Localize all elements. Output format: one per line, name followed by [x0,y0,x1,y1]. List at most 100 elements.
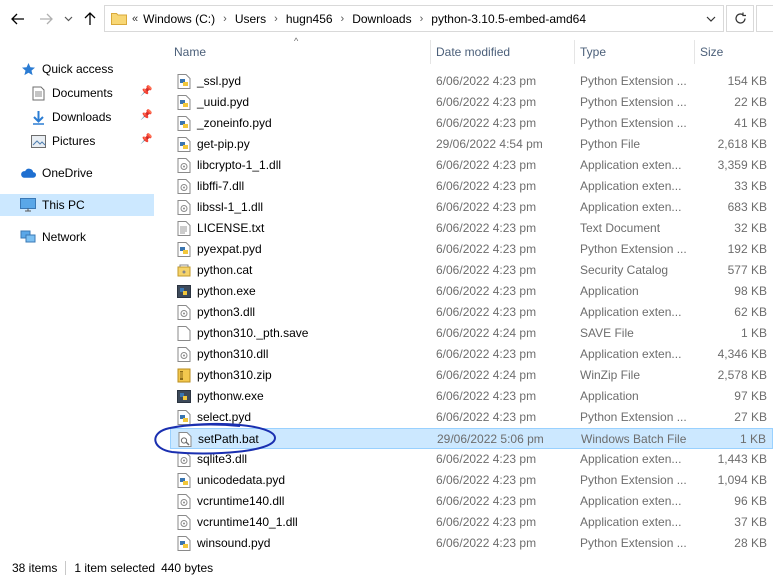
python-file-icon [177,242,191,257]
file-date-modified: 6/06/2022 4:23 pm [436,410,537,424]
file-name: python3.dll [197,305,256,319]
file-row[interactable]: python310.dll 6/06/2022 4:23 pm Applicatio… [170,344,773,365]
file-row[interactable]: _uuid.pyd 6/06/2022 4:23 pm Python Extensi… [170,92,773,113]
pin-icon[interactable]: 📌 [140,110,152,121]
python-file-icon [177,95,191,110]
file-row[interactable]: _zoneinfo.pyd 6/06/2022 4:23 pm Python Ext… [170,113,773,134]
breadcrumb-drive[interactable]: Windows (C:) [143,12,215,26]
sidebar-item-this-pc[interactable]: This PC [0,194,154,216]
file-size: 33 KB [734,179,767,193]
selection-count: 1 item selected [74,561,156,575]
file-row[interactable]: setPath.bat 29/06/2022 5:06 pm Windows Bat… [170,428,773,449]
sidebar-item-documents[interactable]: Documents [30,82,113,104]
address-history-button[interactable] [703,11,719,27]
file-size: 3,359 KB [717,158,767,172]
column-header-type[interactable]: Type [580,38,690,66]
forward-button[interactable] [36,9,56,29]
column-header-label: Size [700,45,724,59]
file-row[interactable]: python.exe 6/06/2022 4:23 pm Application 98… [170,281,773,302]
file-size: 154 KB [727,74,767,88]
breadcrumb-separator-icon[interactable]: › [223,13,227,25]
file-type: Application exten... [580,179,682,193]
cloud-icon [20,165,36,181]
column-header-date-modified[interactable]: Date modified [436,38,571,66]
file-row[interactable]: winsound.pyd 6/06/2022 4:23 pm Python Exte… [170,533,773,554]
file-date-modified: 6/06/2022 4:23 pm [436,305,537,319]
breadcrumb-user[interactable]: hugn456 [286,12,333,26]
file-row[interactable]: python3.dll 6/06/2022 4:23 pm Application … [170,302,773,323]
file-row[interactable]: libssl-1_1.dll 6/06/2022 4:23 pm Applicati… [170,197,773,218]
file-date-modified: 6/06/2022 4:24 pm [436,368,537,382]
file-date-modified: 6/06/2022 4:23 pm [436,389,537,403]
file-name: libcrypto-1_1.dll [197,158,282,172]
file-name: vcruntime140_1.dll [197,515,298,529]
file-row[interactable]: vcruntime140_1.dll 6/06/2022 4:23 pm Appli… [170,512,773,533]
sidebar-item-downloads[interactable]: Downloads [30,106,111,128]
pictures-icon [30,133,46,149]
file-type: Application [580,389,639,403]
breadcrumb-separator-icon[interactable]: › [420,13,424,25]
recent-locations-button[interactable] [58,9,78,29]
file-date-modified: 6/06/2022 4:23 pm [436,473,537,487]
file-date-modified: 6/06/2022 4:23 pm [436,95,537,109]
breadcrumb-separator-icon[interactable]: › [341,13,345,25]
file-row[interactable]: sqlite3.dll 6/06/2022 4:23 pm Application … [170,449,773,470]
file-name: _ssl.pyd [197,74,242,88]
file-row[interactable]: _ssl.pyd 6/06/2022 4:23 pm Python Extensio… [170,71,773,92]
file-row[interactable]: select.pyd 6/06/2022 4:23 pm Python Extens… [170,407,773,428]
sidebar-item-onedrive[interactable]: OneDrive [20,162,93,184]
file-size: 97 KB [734,389,767,403]
breadcrumb-current-folder[interactable]: python-3.10.5-embed-amd64 [431,12,586,26]
file-row[interactable]: unicodedata.pyd 6/06/2022 4:23 pm Python E… [170,470,773,491]
file-size: 192 KB [727,242,767,256]
pin-icon[interactable]: 📌 [140,134,152,145]
computer-icon [20,197,36,213]
sidebar-item-quick-access[interactable]: Quick access [20,58,113,80]
sidebar-item-label: This PC [42,198,85,212]
dll-file-icon [177,305,191,320]
sidebar-item-label: Network [42,230,87,244]
file-row[interactable]: get-pip.py 29/06/2022 4:54 pm Python File 2… [170,134,773,155]
file-row[interactable]: libcrypto-1_1.dll 6/06/2022 4:23 pm Applic… [170,155,773,176]
column-divider[interactable] [694,40,695,64]
sidebar-item-pictures[interactable]: Pictures [30,130,95,152]
breadcrumb-users[interactable]: Users [235,12,266,26]
column-divider[interactable] [430,40,431,64]
breadcrumb-overflow[interactable]: « [132,13,138,25]
column-header-label: Type [580,45,607,59]
search-input[interactable] [756,5,773,32]
file-size: 41 KB [734,116,767,130]
column-header-size[interactable]: Size [700,38,770,66]
python-exe-icon [177,389,191,404]
file-row[interactable]: python310._pth.save 6/06/2022 4:24 pm SAVE… [170,323,773,344]
file-row[interactable]: pyexpat.pyd 6/06/2022 4:23 pm Python Exten… [170,239,773,260]
address-bar[interactable]: « Windows (C:) › Users › hugn456 › Downl… [104,5,724,32]
back-button[interactable] [8,9,28,29]
file-row[interactable]: LICENSE.txt 6/06/2022 4:23 pm Text Documen… [170,218,773,239]
file-date-modified: 6/06/2022 4:23 pm [436,347,537,361]
file-date-modified: 29/06/2022 4:54 pm [436,137,543,151]
column-divider[interactable] [574,40,575,64]
file-row[interactable]: pythonw.exe 6/06/2022 4:23 pm Application 9… [170,386,773,407]
up-button[interactable] [80,9,100,29]
file-name: libffi-7.dll [197,179,245,193]
file-size: 98 KB [734,284,767,298]
file-row[interactable]: vcruntime140.dll 6/06/2022 4:23 pm Applica… [170,491,773,512]
file-row[interactable]: python.cat 6/06/2022 4:23 pm Security Cata… [170,260,773,281]
sort-ascending-icon: ^ [294,36,299,46]
breadcrumb-downloads[interactable]: Downloads [352,12,411,26]
file-row[interactable]: libffi-7.dll 6/06/2022 4:23 pm Application… [170,176,773,197]
pin-icon[interactable]: 📌 [140,86,152,97]
breadcrumb-separator-icon[interactable]: › [274,13,278,25]
python-file-icon [177,137,191,152]
column-header-name[interactable]: Name [174,38,429,66]
refresh-button[interactable] [726,5,754,32]
file-name: unicodedata.pyd [197,473,286,487]
file-date-modified: 6/06/2022 4:24 pm [436,326,537,340]
file-row[interactable]: python310.zip 6/06/2022 4:24 pm WinZip Fil… [170,365,773,386]
dll-file-icon [177,515,191,530]
file-type: Python Extension ... [580,473,686,487]
sidebar-item-network[interactable]: Network [20,226,86,248]
documents-icon [30,85,46,101]
file-name: vcruntime140.dll [197,494,285,508]
